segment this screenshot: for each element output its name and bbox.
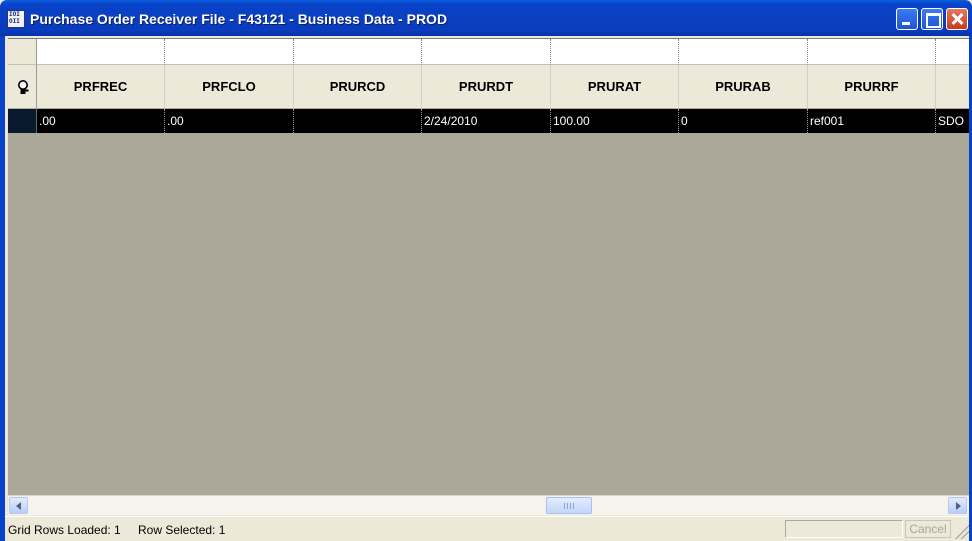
scroll-right-icon (956, 502, 961, 510)
window-frame-left (0, 36, 5, 541)
table-cell[interactable]: SDO (936, 109, 969, 133)
filter-cell-prurat[interactable] (551, 39, 679, 65)
table-cell[interactable]: .00 (37, 109, 165, 133)
status-progress-panel (785, 520, 903, 538)
filter-cell-prurrf[interactable] (808, 39, 936, 65)
magnifier-icon (18, 80, 29, 94)
filter-cell-prfclo[interactable] (165, 39, 294, 65)
close-button[interactable] (946, 8, 968, 30)
horizontal-scrollbar[interactable] (8, 495, 969, 515)
table-cell[interactable]: .00 (165, 109, 294, 133)
window-title: Purchase Order Receiver File - F43121 - … (30, 11, 448, 27)
grip-icon (564, 503, 576, 509)
status-bar: Grid Rows Loaded: 1 Row Selected: 1 Canc… (5, 516, 969, 541)
filter-cell-prurdt[interactable] (422, 39, 551, 65)
column-header-extra[interactable] (936, 65, 969, 109)
status-rows-loaded: Grid Rows Loaded: 1 (8, 523, 121, 537)
scrollbar-thumb[interactable] (546, 497, 592, 514)
title-bar[interactable]: IOI OII Purchase Order Receiver File - F… (0, 0, 972, 36)
column-header-prurrf[interactable]: PRURRF (808, 65, 936, 109)
table-cell[interactable]: 2/24/2010 (422, 109, 551, 133)
column-header-prurat[interactable]: PRURAT (551, 65, 679, 109)
minimize-button[interactable] (896, 8, 918, 30)
column-header-prfclo[interactable]: PRFCLO (165, 65, 294, 109)
data-grid[interactable]: PRFREC PRFCLO PRURCD PRURDT PRURAT PRURA… (8, 38, 969, 495)
row-selector[interactable] (8, 109, 37, 133)
table-cell[interactable]: ref001 (808, 109, 936, 133)
filter-cell-prurcd[interactable] (294, 39, 422, 65)
cancel-button[interactable]: Cancel (905, 520, 951, 538)
header-selector[interactable] (8, 65, 37, 109)
maximize-button[interactable] (921, 8, 943, 30)
column-header-prurcd[interactable]: PRURCD (294, 65, 422, 109)
application-icon[interactable]: IOI OII (7, 10, 25, 28)
filter-cell-extra[interactable] (936, 39, 969, 65)
filter-corner (8, 39, 37, 65)
filter-cell-prfrec[interactable] (37, 39, 165, 65)
column-header-prfrec[interactable]: PRFREC (37, 65, 165, 109)
column-header-prurdt[interactable]: PRURDT (422, 65, 551, 109)
table-cell[interactable]: 100.00 (551, 109, 679, 133)
resize-grip-icon[interactable] (955, 521, 969, 539)
table-cell[interactable]: 0 (679, 109, 808, 133)
scroll-left-icon (16, 502, 21, 510)
status-row-selected: Row Selected: 1 (138, 523, 226, 537)
column-header-prurab[interactable]: PRURAB (679, 65, 808, 109)
scroll-left-button[interactable] (9, 497, 28, 514)
scroll-right-button[interactable] (948, 497, 967, 514)
table-cell[interactable] (294, 109, 422, 133)
filter-cell-prurab[interactable] (679, 39, 808, 65)
